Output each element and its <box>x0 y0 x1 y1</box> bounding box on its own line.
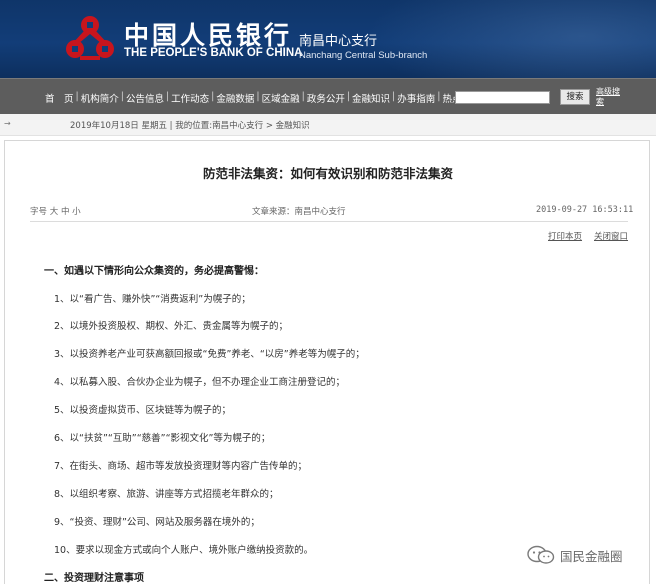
nav-items: 首 页 | 机构简介 | 公告信息 | 工作动态 | 金融数据 | 区域金融 |… <box>44 91 481 105</box>
list-item: 1、以“看广告、赚外快”“消费返利”为幌子的； <box>54 294 251 305</box>
breadcrumb-bar: → 2019年10月18日 星期五 | 我的位置:南昌中心支行 > 金融知识 <box>0 114 656 136</box>
nav-item-notices[interactable]: 公告信息 <box>125 91 165 105</box>
list-item: 10、要求以现金方式或向个人账户、境外账户缴纳投资款的。 <box>54 545 314 556</box>
nav-item-guide[interactable]: 办事指南 <box>396 91 436 105</box>
list-item: 6、以“扶贫”“互助”“慈善”“影视文化”等为幌子的； <box>54 433 271 444</box>
branch-name-cn: 南昌中心支行 <box>299 34 378 49</box>
breadcrumb-separator: | <box>169 121 173 131</box>
advanced-search-link[interactable]: 高级搜索 <box>596 87 624 107</box>
list-item: 5、以投资虚拟货币、区块链等为幌子的； <box>54 405 232 416</box>
nav-item-home[interactable]: 首 页 <box>44 91 75 105</box>
font-size-control: 字号 大 中 小 <box>30 205 81 217</box>
wechat-icon <box>527 545 555 564</box>
close-window-link[interactable]: 关闭窗口 <box>594 230 628 242</box>
font-size-large[interactable]: 大 <box>50 207 59 217</box>
arrow-icon: → <box>4 119 11 128</box>
font-size-small[interactable]: 小 <box>72 207 81 217</box>
article-datetime: 2019-09-27 16:53:11 <box>536 205 634 215</box>
print-page-link[interactable]: 打印本页 <box>548 230 582 242</box>
bank-name-en: THE PEOPLE'S BANK OF CHINA <box>124 47 303 59</box>
list-item: 2、以境外投资股权、期权、外汇、贵金属等为幌子的； <box>54 321 289 332</box>
list-item: 4、以私募入股、合伙办企业为幌子，但不办理企业工商注册登记的； <box>54 377 346 388</box>
header-banner: 中国人民银行 THE PEOPLE'S BANK OF CHINA 南昌中心支行… <box>0 0 656 78</box>
pboc-logo-icon <box>66 16 114 60</box>
list-item: 8、以组织考察、旅游、讲座等方式招揽老年群众的； <box>54 489 279 500</box>
section-heading: 二、投资理财注意事项 <box>44 573 144 584</box>
list-item: 3、以投资养老产业可获高额回报或“免费”养老、“以房”养老等为幌子的； <box>54 349 365 360</box>
article-title: 防范非法集资：如何有效识别和防范非法集资 <box>202 166 453 181</box>
watermark: 国民金融圈 <box>526 544 623 566</box>
banner-decoration <box>330 0 656 78</box>
current-date: 2019年10月18日 星期五 <box>70 121 167 131</box>
search-input[interactable] <box>455 91 550 104</box>
font-size-label: 字号 <box>30 207 48 217</box>
section-heading: 一、如遇以下情形向公众集资的，务必提高警惕： <box>44 266 264 277</box>
nav-item-regional[interactable]: 区域金融 <box>261 91 301 105</box>
list-item: 9、“投资、理财”公司、网站及服务器在境外的； <box>54 517 260 528</box>
location-label: 我的位置: <box>175 121 213 131</box>
breadcrumb: 2019年10月18日 星期五 | 我的位置:南昌中心支行 > 金融知识 <box>70 119 310 131</box>
nav-item-news[interactable]: 工作动态 <box>170 91 210 105</box>
list-item: 7、在街头、商场、超市等发放投资理财等内容广告传单的； <box>54 461 308 472</box>
nav-item-knowledge[interactable]: 金融知识 <box>351 91 391 105</box>
watermark-text: 国民金融圈 <box>560 548 623 564</box>
location-path[interactable]: 南昌中心支行 > 金融知识 <box>212 121 310 131</box>
nav-item-about[interactable]: 机构简介 <box>80 91 120 105</box>
article-source: 文章来源：南昌中心支行 <box>252 207 346 217</box>
main-nav: 首 页 | 机构简介 | 公告信息 | 工作动态 | 金融数据 | 区域金融 |… <box>0 78 656 114</box>
nav-item-disclosure[interactable]: 政务公开 <box>306 91 346 105</box>
search-button[interactable]: 搜索 <box>560 89 590 105</box>
divider <box>30 221 628 222</box>
font-size-medium[interactable]: 中 <box>61 207 70 217</box>
nav-item-data[interactable]: 金融数据 <box>215 91 255 105</box>
branch-name-en: Nanchang Central Sub-branch <box>299 50 428 61</box>
